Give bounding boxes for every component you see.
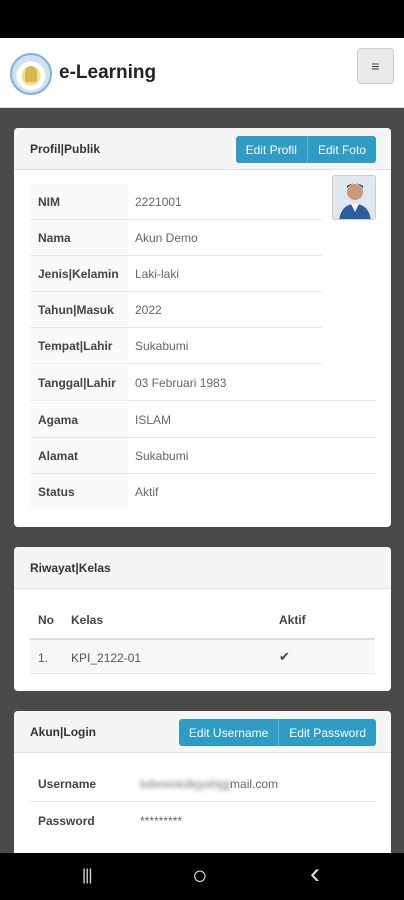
username-value: kdiewokdkjyahjgjmail.com [140, 777, 279, 791]
edit-password-button[interactable]: Edit Password [279, 719, 376, 746]
field-label: Status [38, 485, 75, 499]
field-value: ISLAM [135, 413, 172, 427]
field-row-nim: NIM 2221001 [30, 184, 322, 220]
field-row-religion: Agama ISLAM [30, 402, 375, 438]
field-row-gender: Jenis|Kelamin Laki-laki [30, 256, 322, 292]
header-no: No [38, 613, 54, 627]
edit-username-button[interactable]: Edit Username [179, 719, 280, 746]
account-panel-header: Akun|Login Edit Username Edit Password [14, 711, 391, 753]
system-navigation-bar: ||| ○ ‹ [0, 853, 404, 900]
header-aktif: Aktif [279, 613, 306, 627]
class-history-panel: Riwayat|Kelas No Kelas Aktif 1. KPI_2122… [14, 547, 391, 691]
field-label: Alamat [38, 449, 79, 463]
field-label: Tempat|Lahir [38, 339, 113, 353]
account-actions: Edit Username Edit Password [178, 719, 376, 746]
class-history-title: Riwayat|Kelas [30, 561, 111, 575]
home-icon[interactable]: ○ [192, 860, 208, 891]
edit-photo-button[interactable]: Edit Foto [308, 136, 376, 163]
account-panel-title: Akun|Login [30, 725, 97, 739]
field-value: 03 Februari 1983 [135, 376, 227, 390]
app-logo [10, 53, 52, 95]
field-label: Jenis|Kelamin [38, 267, 119, 281]
edit-profile-button[interactable]: Edit Profil [236, 136, 308, 163]
field-row-entry-year: Tahun|Masuk 2022 [30, 292, 322, 328]
header-kelas: Kelas [71, 613, 104, 627]
field-label: Nama [38, 231, 71, 245]
account-panel: Akun|Login Edit Username Edit Password U… [14, 711, 391, 856]
field-label: NIM [38, 195, 60, 209]
field-row-nama: Nama Akun Demo [30, 220, 322, 256]
field-row-status: Status Aktif [30, 474, 375, 510]
back-icon[interactable]: ‹ [310, 857, 320, 891]
menu-toggle-button[interactable]: ≡ [357, 48, 394, 84]
profile-panel-title: Profil|Publik [30, 142, 101, 156]
username-row: Username kdiewokdkjyahjgjmail.com [30, 766, 375, 802]
field-value: 2221001 [135, 195, 182, 209]
field-row-address: Alamat Sukabumi [30, 438, 375, 474]
check-icon: ✔ [279, 649, 290, 664]
hamburger-icon: ≡ [371, 58, 380, 74]
field-value: Sukabumi [135, 339, 189, 353]
profile-photo [332, 175, 376, 220]
avatar-icon [333, 176, 375, 219]
field-value: Sukabumi [135, 449, 189, 463]
profile-panel: Profil|Publik Edit Profil Edit Foto NIM … [14, 128, 391, 527]
password-row: Password ********* [30, 803, 375, 839]
field-label: Tanggal|Lahir [38, 376, 116, 390]
field-value: 2022 [135, 303, 162, 317]
password-value: ********* [140, 814, 183, 828]
row-kelas: KPI_2122-01 [71, 651, 142, 665]
field-label: Tahun|Masuk [38, 303, 114, 317]
brand-title[interactable]: e-Learning [59, 62, 156, 84]
profile-actions: Edit Profil Edit Foto [235, 136, 376, 163]
class-history-header: Riwayat|Kelas [14, 547, 391, 589]
field-value: Aktif [135, 485, 159, 499]
table-row: 1. KPI_2122-01 ✔ [30, 640, 375, 674]
status-bar [0, 0, 404, 38]
top-navbar: e-Learning ≡ [0, 38, 404, 108]
field-row-birthplace: Tempat|Lahir Sukabumi [30, 328, 322, 364]
password-label: Password [38, 814, 95, 828]
field-row-birthdate: Tanggal|Lahir 03 Februari 1983 [30, 365, 375, 401]
username-label: Username [38, 777, 97, 791]
field-label: Agama [38, 413, 79, 427]
profile-panel-header: Profil|Publik Edit Profil Edit Foto [14, 128, 391, 170]
field-value: Akun Demo [135, 231, 198, 245]
field-value: Laki-laki [135, 267, 180, 281]
class-history-table: No Kelas Aktif 1. KPI_2122-01 ✔ [14, 589, 391, 691]
recents-icon[interactable]: ||| [82, 867, 93, 885]
row-no: 1. [38, 651, 49, 665]
